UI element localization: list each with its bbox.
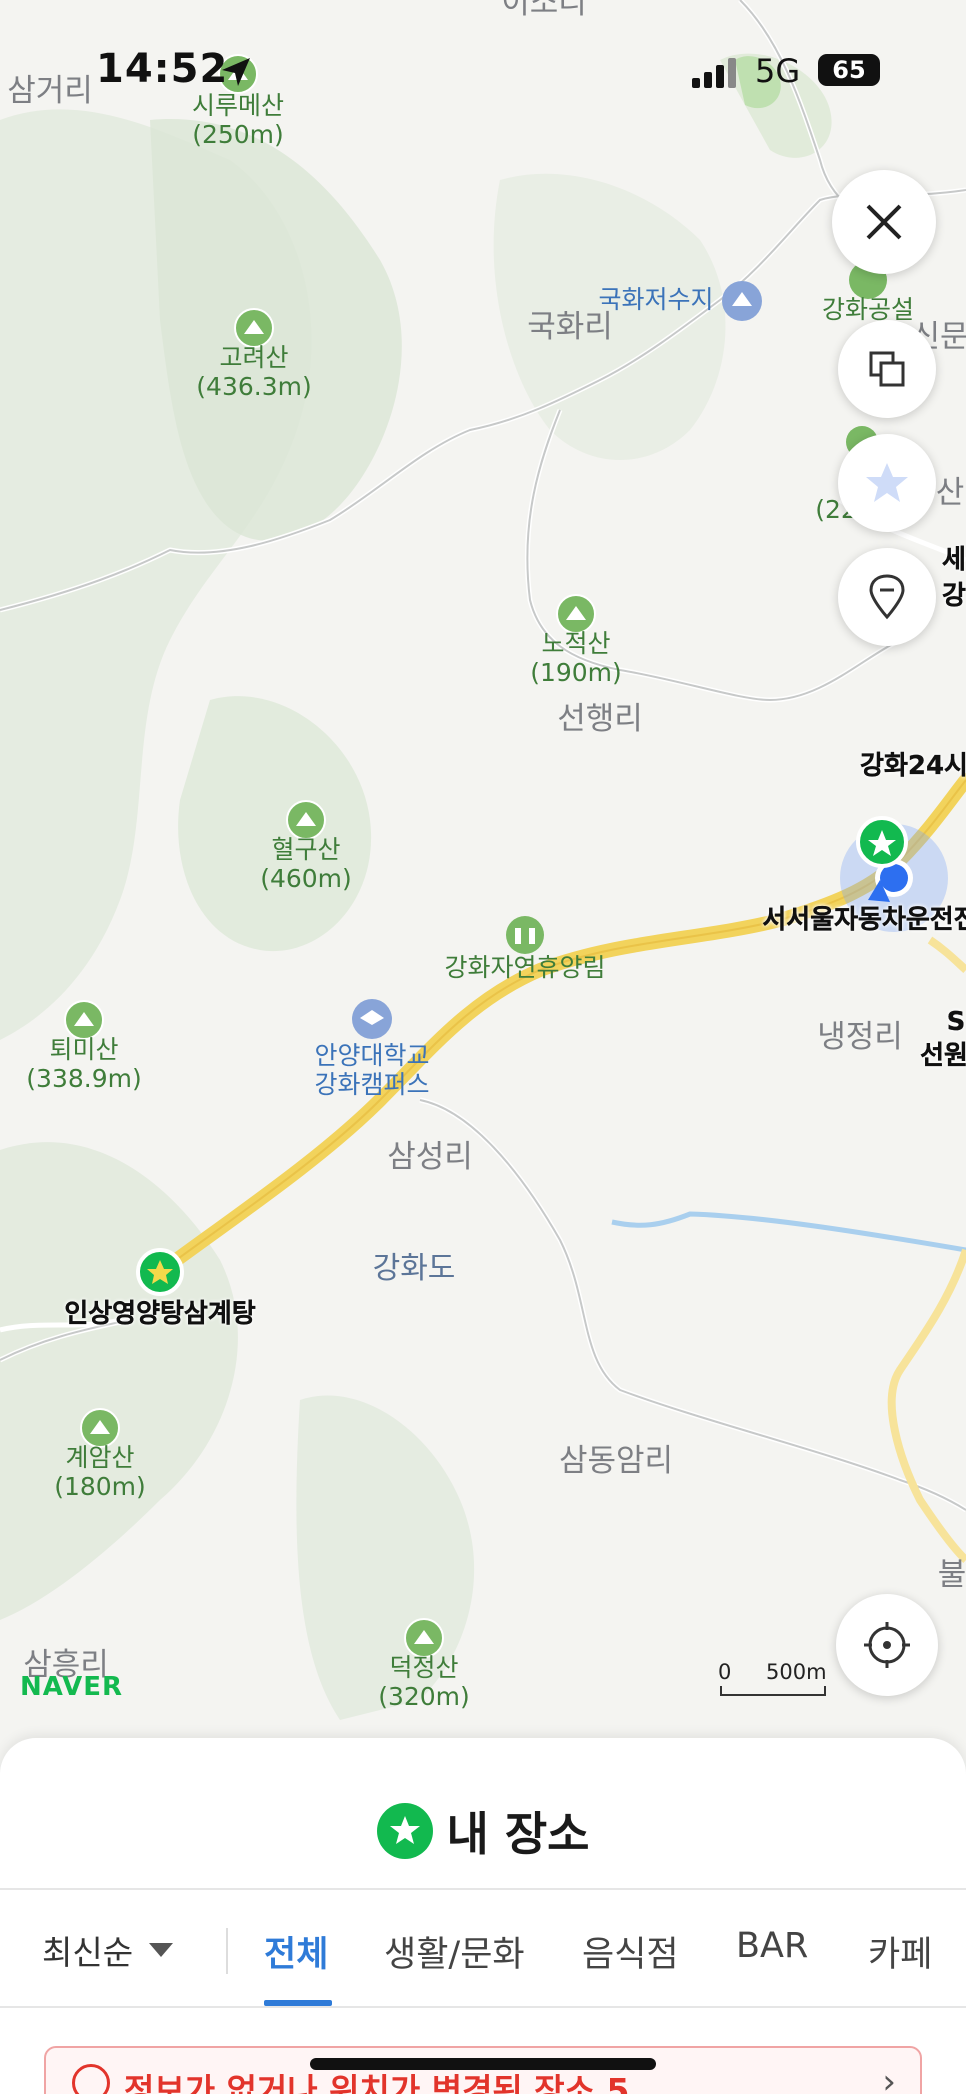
mountain-label: 고려산 (436.3m) [196, 343, 312, 401]
map-view[interactable]: 삼거리 국화리 선행리 삼성리 냉정리 삼동암리 삼흥리 이소리 시루메산 (25… [0, 0, 966, 1760]
reservoir-label[interactable]: 국화저수지 [598, 285, 713, 315]
close-icon [866, 204, 902, 240]
home-indicator[interactable] [310, 2058, 656, 2070]
tab-separator [226, 1928, 228, 1974]
mountain-icon [286, 800, 326, 840]
layers-button[interactable] [838, 320, 936, 418]
place-label[interactable]: S [946, 1007, 965, 1038]
location-pin-icon [869, 574, 905, 620]
village-label: 삼동암리 [558, 1443, 674, 1479]
sheet-title-text: 내 장소 [446, 1807, 590, 1861]
mountain-label: 노적산 (190m) [530, 629, 622, 687]
my-places-sheet[interactable]: 내 장소 최신순 전체 생활/문화 음식점 BAR 카페 정보가 없거나 위치가… [0, 1738, 966, 2094]
close-button[interactable] [832, 170, 936, 274]
chevron-right-icon: › [882, 2062, 896, 2094]
location-arrow-icon [222, 58, 250, 86]
tab-life-culture[interactable]: 생활/문화 [384, 1926, 525, 1977]
star-icon [866, 463, 908, 502]
village-label: 냉정리 [817, 1019, 903, 1055]
mountain-label: 계암산 (180m) [54, 1443, 146, 1501]
battery-indicator: 65 [818, 54, 880, 86]
chevron-down-icon [149, 1943, 174, 1957]
village-label: 국화리 [527, 309, 613, 345]
divider [0, 2006, 966, 2008]
network-type: 5G [755, 52, 801, 90]
star-badge-icon [376, 1803, 433, 1859]
tab-all[interactable]: 전체 [264, 1926, 328, 1977]
crosshair-icon [864, 1622, 910, 1668]
place-label[interactable]: 강 [942, 581, 966, 612]
mountain-label: 혈구산 (460m) [260, 835, 352, 893]
village-label: 삼성리 [387, 1139, 473, 1175]
store-label[interactable]: 강화24시 [860, 751, 966, 782]
forest-label[interactable]: 강화자연휴양림 [444, 953, 605, 983]
scale-distance: 500m [766, 1660, 827, 1684]
mountain-icon [64, 1000, 104, 1040]
tab-bar[interactable]: BAR [736, 1926, 808, 1966]
signal-icon [692, 58, 736, 88]
category-tabs: 최신순 전체 생활/문화 음식점 BAR 카페 [0, 1890, 966, 2008]
place-label[interactable]: 선원 [920, 1041, 966, 1072]
restaurant-label[interactable]: 인상영양탕삼계탕 [64, 1299, 256, 1330]
village-label: 불 [937, 1557, 966, 1593]
favorites-button[interactable] [838, 434, 936, 532]
mountain-icon [234, 308, 274, 348]
village-label: 산 [935, 475, 965, 511]
my-location-button[interactable] [836, 1594, 938, 1696]
sort-dropdown[interactable]: 최신순 [42, 1926, 174, 1974]
mountain-icon [80, 1408, 120, 1448]
sheet-title: 내 장소 [0, 1798, 966, 1864]
driving-school-label[interactable]: 서서울자동차운전전 [762, 905, 966, 936]
location-pin-button[interactable] [838, 548, 936, 646]
naver-logo: NAVER [20, 1672, 124, 1702]
island-label: 강화도 [372, 1251, 456, 1286]
layers-icon [869, 351, 905, 387]
scale-zero: 0 [718, 1660, 732, 1684]
mountain-label: 퇴미산 (338.9m) [26, 1035, 142, 1093]
status-bar: 14:52 5G 65 [0, 0, 966, 140]
place-label[interactable]: 세 [942, 545, 966, 576]
map-scale: 0 500m [718, 1660, 828, 1696]
status-time: 14:52 [96, 46, 229, 92]
tab-cafe[interactable]: 카페 [868, 1926, 932, 1977]
village-label: 선행리 [557, 701, 643, 737]
sort-label: 최신순 [42, 1933, 134, 1972]
mountain-label: 덕정산 (320m) [378, 1653, 470, 1711]
info-icon [72, 2064, 110, 2094]
mountain-icon [404, 1618, 444, 1658]
university-label[interactable]: 안양대학교 강화캠퍼스 [314, 1041, 429, 1100]
notice-banner[interactable]: 정보가 없거나 위치가 변경된 장소 5 › [44, 2046, 922, 2094]
mountain-icon [556, 594, 596, 634]
tab-restaurant[interactable]: 음식점 [582, 1926, 679, 1977]
